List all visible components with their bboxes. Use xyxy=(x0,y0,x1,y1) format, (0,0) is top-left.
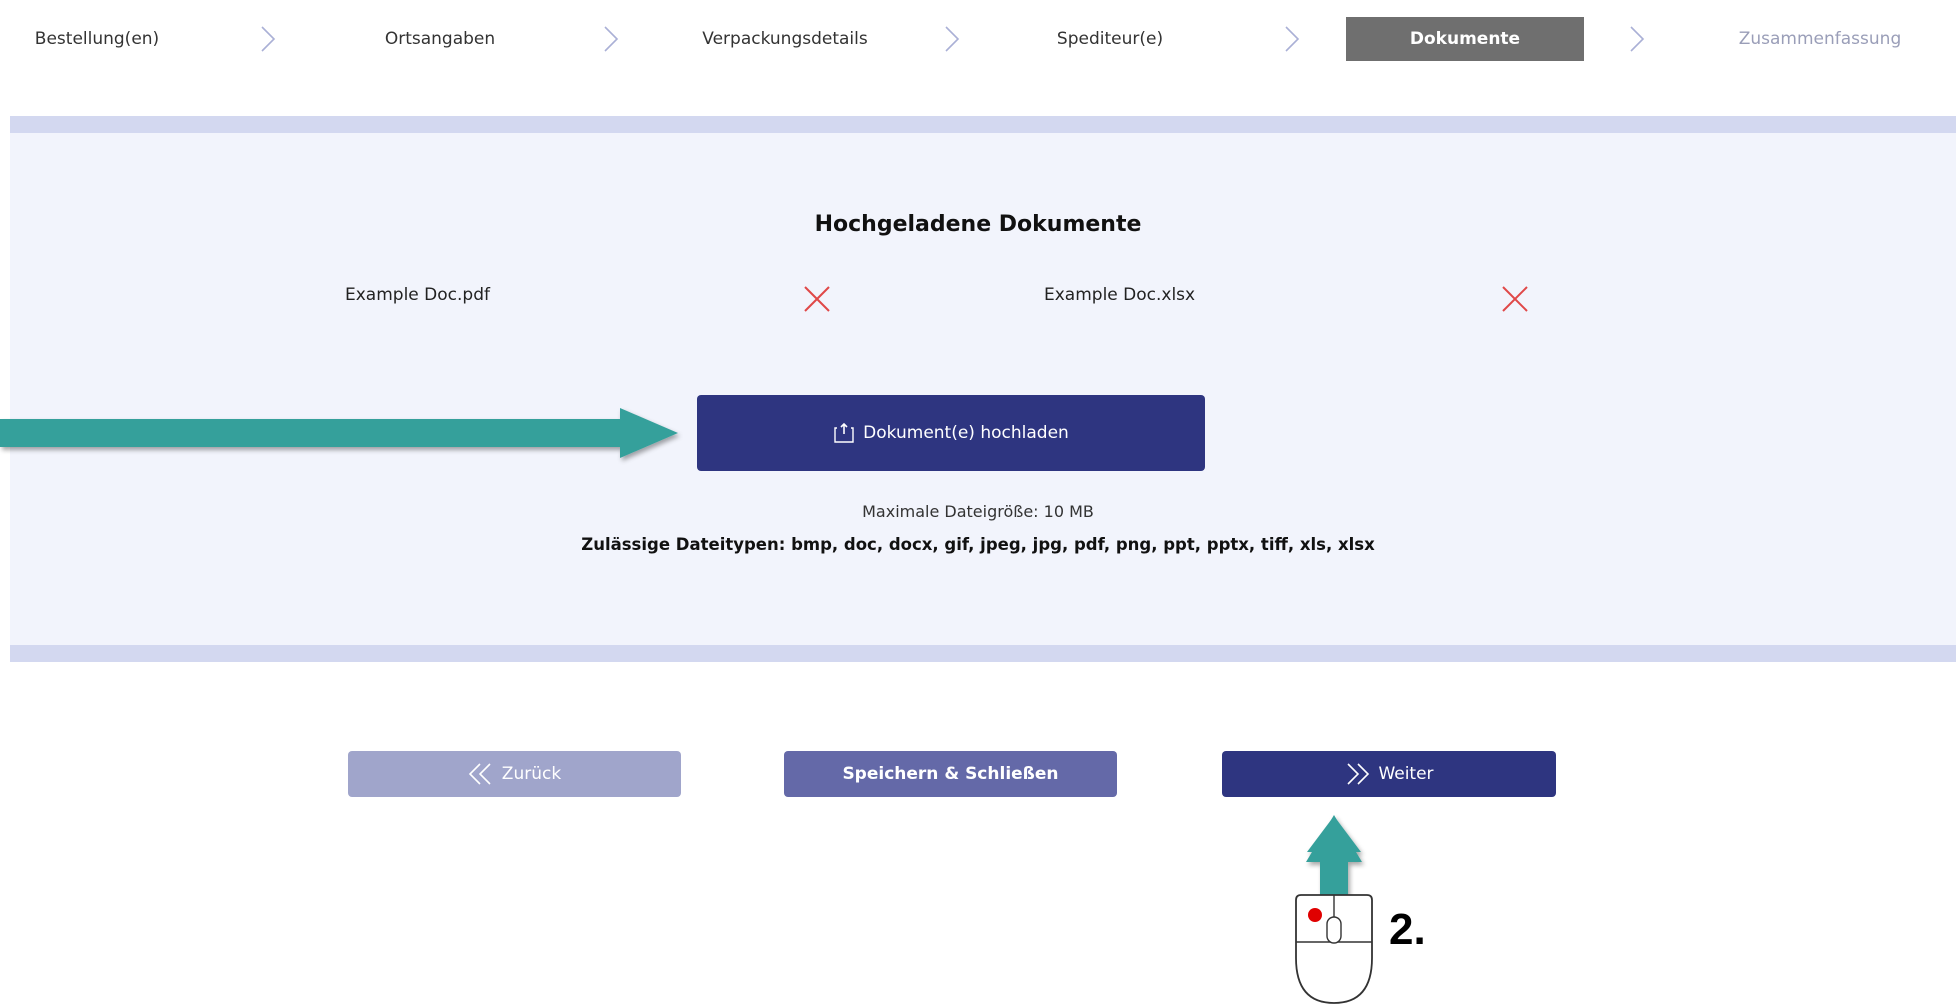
double-chevron-right-icon xyxy=(1347,763,1370,785)
tutorial-step-number: 2. xyxy=(1389,905,1426,954)
panel-bottom-border xyxy=(10,645,1956,662)
max-file-size-text: Maximale Dateigröße: 10 MB xyxy=(862,502,1094,521)
back-button[interactable]: Zurück xyxy=(348,751,681,797)
annotation-arrow-up-icon xyxy=(1306,815,1362,898)
uploaded-documents-title: Hochgeladene Dokumente xyxy=(814,212,1142,237)
next-button-label: Weiter xyxy=(1378,764,1434,784)
document-name: Example Doc.pdf xyxy=(345,285,490,305)
save-button-label: Speichern & Schließen xyxy=(842,764,1059,784)
upload-button-label: Dokument(e) hochladen xyxy=(863,423,1069,443)
upload-icon xyxy=(834,422,854,443)
step-zusammenfassung: Zusammenfassung xyxy=(1738,29,1902,49)
close-icon[interactable] xyxy=(802,284,832,314)
progress-stepper: Bestellung(en) Ortsangaben Verpackungsde… xyxy=(0,0,1956,80)
next-button[interactable]: Weiter xyxy=(1222,751,1556,797)
chevron-right-icon xyxy=(1630,26,1645,52)
upload-documents-button[interactable]: Dokument(e) hochladen xyxy=(697,395,1205,471)
step-bestellungen[interactable]: Bestellung(en) xyxy=(22,17,172,61)
step-spediteure[interactable]: Spediteur(e) xyxy=(1035,17,1185,61)
back-button-label: Zurück xyxy=(501,764,562,784)
document-name: Example Doc.xlsx xyxy=(1044,285,1196,305)
mouse-icon xyxy=(1295,894,1373,1004)
panel-top-border xyxy=(10,116,1956,133)
allowed-file-types-text: Zulässige Dateitypen: bmp, doc, docx, gi… xyxy=(581,535,1375,554)
save-and-close-button[interactable]: Speichern & Schließen xyxy=(784,751,1117,797)
chevron-right-icon xyxy=(604,26,619,52)
step-verpackungsdetails[interactable]: Verpackungsdetails xyxy=(680,17,890,61)
step-ortsangaben[interactable]: Ortsangaben xyxy=(365,17,515,61)
close-icon[interactable] xyxy=(1500,284,1530,314)
documents-panel xyxy=(10,133,1956,646)
step-dokumente[interactable]: Dokumente xyxy=(1346,17,1584,61)
double-chevron-left-icon xyxy=(468,763,491,785)
chevron-right-icon xyxy=(945,26,960,52)
chevron-right-icon xyxy=(1285,26,1300,52)
chevron-right-icon xyxy=(261,26,276,52)
